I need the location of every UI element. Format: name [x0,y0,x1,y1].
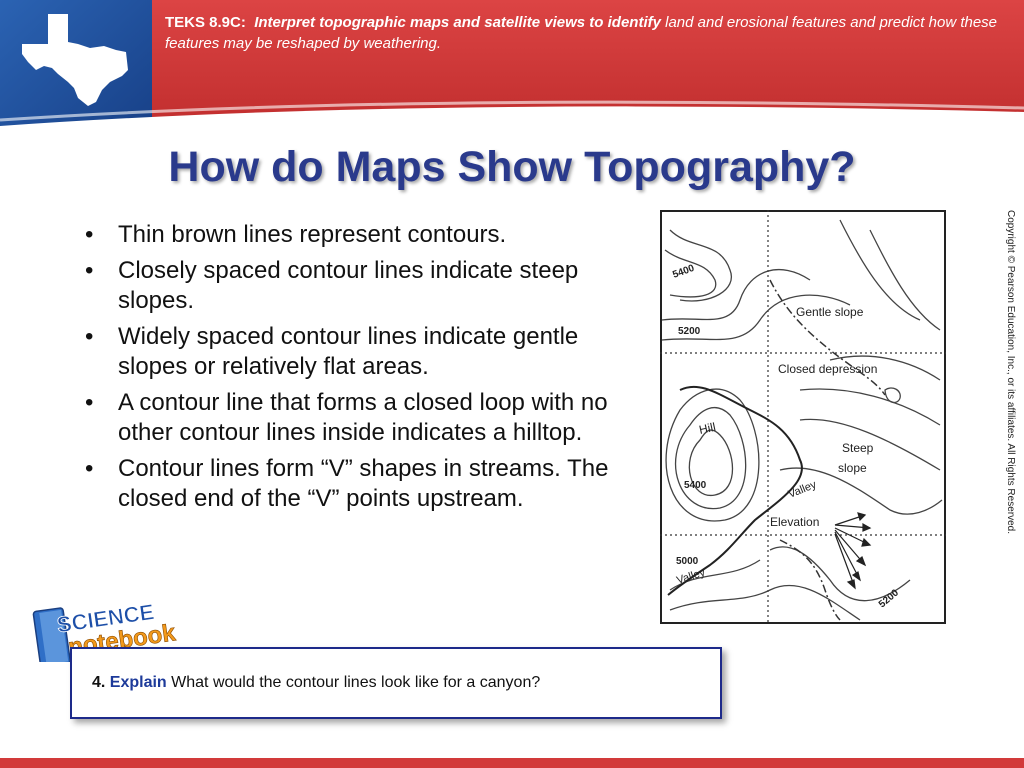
slope-label: slope [838,461,867,475]
bottom-bar [0,758,1024,768]
gentle-slope-label: Gentle slope [796,305,864,319]
question-number: 4. [92,674,106,691]
teks-standard: TEKS 8.9C: Interpret topographic maps an… [165,12,1005,54]
page-title: How do Maps Show Topography? [168,143,856,191]
elevation-label: 5200 [678,326,701,337]
bullet-item: Contour lines form “V” shapes in streams… [82,454,622,514]
bullet-list: Thin brown lines represent contours. Clo… [82,220,622,520]
question-keyword: Explain [109,674,167,691]
map-frame [660,210,946,624]
question-box: 4. Explain What would the contour lines … [70,647,722,719]
elevation-label: 5000 [676,556,699,567]
elevation-text-label: Elevation [770,515,819,529]
steep-label: Steep [842,441,874,455]
teks-label: TEKS 8.9C: [165,14,246,31]
bullet-item: Thin brown lines represent contours. [82,220,622,250]
texas-icon [22,14,128,106]
bullet-item: A contour line that forms a closed loop … [82,388,622,448]
topographic-map: 5400 5200 Gentle slope Closed depression… [660,210,946,624]
copyright-notice: Copyright © Pearson Education, Inc., or … [1005,210,1016,535]
bullet-item: Closely spaced contour lines indicate st… [82,256,622,316]
question-text: 4. Explain What would the contour lines … [92,674,540,692]
closed-depression-label: Closed depression [778,362,877,376]
teks-emphasis: Interpret topographic maps and satellite… [254,14,661,31]
header-banner: TEKS 8.9C: Interpret topographic maps an… [0,0,1024,128]
bullet-item: Widely spaced contour lines indicate gen… [82,322,622,382]
question-prompt: What would the contour lines look like f… [171,674,541,691]
elevation-label: 5400 [684,480,707,491]
